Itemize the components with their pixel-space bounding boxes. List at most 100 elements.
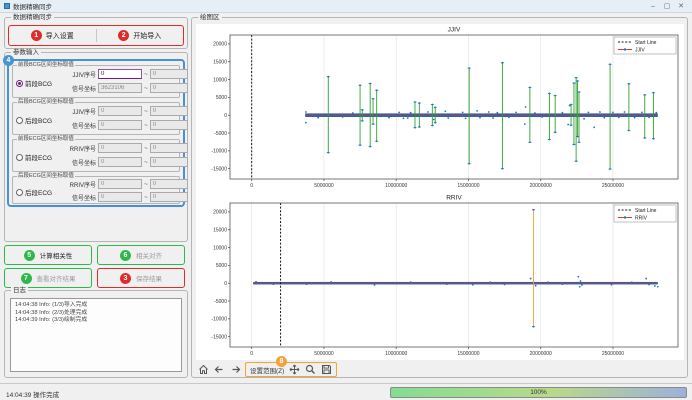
- svg-text:5000: 5000: [216, 263, 227, 269]
- badge-1: 1: [31, 30, 42, 41]
- svg-text:0: 0: [224, 113, 227, 119]
- signal-coord-to-input[interactable]: [150, 192, 188, 202]
- minimize-button[interactable]: –: [646, 1, 660, 12]
- rriv-index-from-input[interactable]: [98, 179, 142, 189]
- badge-6: 6: [120, 250, 131, 261]
- signal-coord-from-input[interactable]: [98, 157, 142, 167]
- svg-text:-15000: -15000: [211, 166, 227, 172]
- field-label: JJIV序号: [66, 70, 96, 79]
- jjiv-index-from-input[interactable]: [98, 69, 142, 79]
- pan-icon[interactable]: [288, 364, 300, 376]
- close-button[interactable]: ✕: [674, 1, 688, 12]
- svg-text:10000000: 10000000: [385, 183, 407, 189]
- jjiv-index-to-input[interactable]: [150, 69, 188, 79]
- start-import-button[interactable]: 2 开始导入: [97, 26, 184, 45]
- calc-correlation-button[interactable]: 5 计算相关性: [4, 245, 92, 265]
- badge-2: 2: [118, 30, 129, 41]
- save-result-label: 保存结果: [136, 273, 162, 283]
- jjiv-chart[interactable]: 0 5000000 10000000 15000000 20000000 25000000…: [196, 24, 684, 192]
- field-label: 信号坐标: [66, 158, 96, 167]
- badge-7: 7: [21, 273, 32, 284]
- badge-8: 8: [276, 356, 287, 367]
- svg-text:20000000: 20000000: [530, 351, 552, 357]
- field-label: RRIV序号: [66, 144, 96, 153]
- jjiv-index-from-input[interactable]: [98, 106, 142, 116]
- badge-3: 3: [120, 273, 131, 284]
- field-label: 信号坐标: [66, 84, 96, 93]
- svg-text:15000: 15000: [213, 228, 227, 234]
- progress-bar: 100%: [390, 387, 687, 398]
- field-label: JJIV序号: [66, 107, 96, 116]
- svg-text:5000000: 5000000: [314, 183, 334, 189]
- section-title: 前段ECG区间坐标取值: [17, 136, 75, 142]
- svg-text:20000: 20000: [213, 210, 227, 216]
- status-message: 14:04:39 操作完成: [6, 389, 59, 399]
- rriv-chart[interactable]: 0500000010000000150000002000000025000000…: [196, 192, 684, 360]
- section-title: 前段BCG区间坐标取值: [17, 62, 75, 68]
- plot-group-title: 绘图区: [198, 14, 222, 21]
- app-icon: [4, 3, 10, 9]
- tilde: ~: [144, 108, 148, 115]
- log-entry: 14:04:39 Info: (3/3)绘制完成: [15, 317, 177, 325]
- svg-text:Start Line: Start Line: [635, 208, 657, 214]
- correlation-align-label: 相关对齐: [136, 250, 162, 260]
- radio-icon: [16, 189, 23, 196]
- svg-text:RRIV: RRIV: [635, 216, 648, 222]
- status-bar: 14:04:39 操作完成 100%: [0, 383, 692, 400]
- radio-rear-ecg[interactable]: 后段ECG: [16, 187, 52, 197]
- signal-coord-to-input[interactable]: [150, 120, 188, 130]
- log-entry: 14:04:38 Info: (1/3)导入完成: [15, 302, 177, 310]
- svg-text:JJIV: JJIV: [635, 48, 645, 54]
- svg-text:-5000: -5000: [214, 299, 227, 305]
- tilde: ~: [144, 181, 148, 188]
- svg-text:-15000: -15000: [211, 334, 227, 340]
- svg-text:20000000: 20000000: [530, 183, 552, 189]
- back-arrow-icon[interactable]: [213, 364, 225, 376]
- maximize-button[interactable]: ▢: [660, 1, 674, 12]
- title-bar: 数据精确同步 – ▢ ✕: [0, 0, 692, 13]
- svg-text:15000: 15000: [213, 60, 227, 66]
- tilde: ~: [144, 194, 148, 201]
- import-settings-button[interactable]: 1 导入设置: [9, 26, 96, 45]
- plot-toolbar: 8 设置范围(Z): [197, 361, 337, 378]
- param-section-rear-bcg: 后段BCG区间坐标取值 后段BCG JJIV序号 ~ 信号坐标 ~: [12, 102, 180, 135]
- svg-text:10000: 10000: [213, 77, 227, 83]
- calc-correlation-label: 计算相关性: [40, 250, 73, 260]
- correlation-align-button[interactable]: 6 相关对齐: [97, 245, 185, 265]
- signal-coord-from-input[interactable]: [98, 192, 142, 202]
- signal-coord-to-input[interactable]: [150, 157, 188, 167]
- svg-text:-10000: -10000: [211, 149, 227, 155]
- home-icon[interactable]: [197, 364, 209, 376]
- tilde: ~: [144, 85, 148, 92]
- svg-text:0: 0: [250, 351, 253, 357]
- svg-text:-10000: -10000: [211, 317, 227, 323]
- params-highlight-box: 4 前段BCG区间坐标取值 前段BCG JJIV序号 ~ 信号坐标 ~ 后段BC…: [7, 59, 185, 207]
- log-groupbox: 日志 14:04:38 Info: (1/3)导入完成 14:04:38 Inf…: [4, 290, 188, 378]
- save-icon[interactable]: [320, 364, 332, 376]
- forward-arrow-icon[interactable]: [229, 364, 241, 376]
- radio-front-ecg[interactable]: 前段ECG: [16, 152, 52, 162]
- tilde: ~: [144, 159, 148, 166]
- radio-label: 后段BCG: [25, 115, 52, 125]
- signal-coord-from-input[interactable]: [98, 83, 142, 93]
- jjiv-index-to-input[interactable]: [150, 106, 188, 116]
- rriv-index-from-input[interactable]: [98, 143, 142, 153]
- svg-text:25000000: 25000000: [602, 183, 624, 189]
- svg-text:-5000: -5000: [214, 131, 227, 137]
- svg-text:0: 0: [250, 183, 253, 189]
- radio-front-bcg[interactable]: 前段BCG: [16, 78, 52, 88]
- zoom-icon[interactable]: [304, 364, 316, 376]
- radio-rear-bcg[interactable]: 后段BCG: [16, 115, 52, 125]
- svg-text:15000000: 15000000: [457, 183, 479, 189]
- rriv-index-to-input[interactable]: [150, 179, 188, 189]
- save-result-button[interactable]: 3 保存结果: [97, 268, 185, 288]
- badge-5: 5: [24, 250, 35, 261]
- view-align-result-button[interactable]: 7 查看对齐结果: [4, 268, 92, 288]
- signal-coord-from-input[interactable]: [98, 120, 142, 130]
- signal-coord-to-input[interactable]: [150, 83, 188, 93]
- rriv-index-to-input[interactable]: [150, 143, 188, 153]
- matplotlib-figure: 0 5000000 10000000 15000000 20000000 25000000…: [196, 24, 684, 360]
- radio-icon: [16, 117, 23, 124]
- svg-text:15000000: 15000000: [457, 351, 479, 357]
- log-output[interactable]: 14:04:38 Info: (1/3)导入完成 14:04:38 Info: …: [10, 298, 182, 372]
